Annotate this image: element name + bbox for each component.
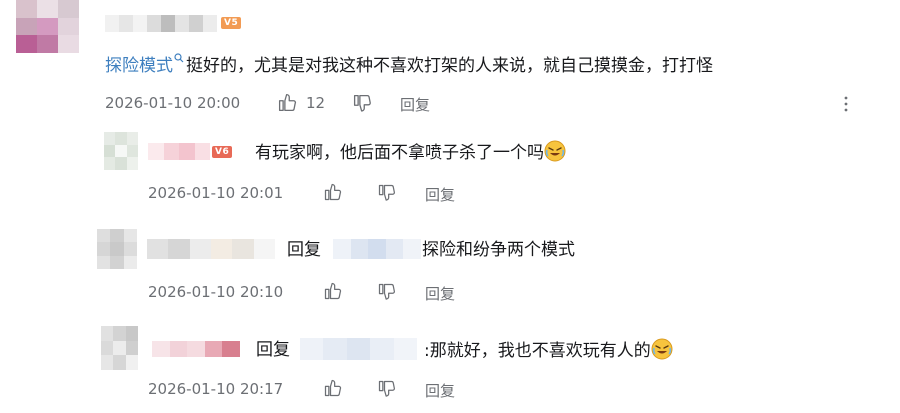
reply-content: 探险和纷争两个模式 [422, 240, 575, 260]
dislike-button[interactable] [377, 183, 397, 203]
reply-avatar[interactable] [97, 229, 137, 269]
mentioned-user-redacted[interactable] [333, 239, 421, 259]
comment-content: 探险模式 挺好的，尤其是对我这种不喜欢打架的人来说，就自己摸摸金，打打怪 [105, 53, 713, 78]
laughing-crying-emoji-icon [651, 338, 673, 360]
user-level-badge: V5 [221, 17, 242, 29]
username-redacted[interactable] [105, 15, 217, 32]
search-icon [174, 53, 184, 63]
reply-time: 2026-01-10 20:01 [148, 184, 284, 202]
mentioned-user-redacted[interactable] [300, 338, 417, 360]
dislike-button[interactable] [377, 282, 397, 302]
comment-text: 挺好的，尤其是对我这种不喜欢打架的人来说，就自己摸摸金，打打怪 [186, 56, 713, 76]
reply-time: 2026-01-10 20:17 [148, 380, 284, 398]
like-count: 12 [306, 94, 326, 112]
thumbs-down-icon [378, 184, 395, 201]
more-options-button[interactable] [843, 96, 849, 112]
reply-content: :那就好，我也不喜欢玩有人的 [424, 338, 673, 363]
dislike-button[interactable] [352, 93, 373, 114]
like-button[interactable] [323, 378, 343, 398]
thumbs-down-icon [378, 380, 395, 397]
reply-button[interactable]: 回复 [400, 94, 430, 115]
thumbs-up-icon [278, 93, 297, 112]
like-button[interactable] [323, 182, 343, 202]
thumbs-down-icon [353, 94, 371, 112]
laughing-crying-emoji-icon [544, 140, 566, 162]
reply-prefix: 回复 [256, 340, 290, 360]
reply-username-redacted[interactable] [152, 341, 240, 357]
thumbs-up-icon [324, 282, 342, 300]
user-level-badge: V6 [212, 146, 233, 158]
reply-time: 2026-01-10 20:10 [148, 283, 284, 301]
more-vertical-icon [844, 96, 848, 112]
thumbs-up-icon [324, 183, 342, 201]
reply-button[interactable]: 回复 [425, 283, 455, 304]
comment-time: 2026-01-10 20:00 [105, 94, 241, 112]
dislike-button[interactable] [377, 379, 397, 399]
thumbs-down-icon [378, 283, 395, 300]
reply-button[interactable]: 回复 [425, 380, 455, 401]
reply-content: 有玩家啊，他后面不拿喷子杀了一个吗 [255, 140, 566, 165]
reply-prefix: 回复 [287, 240, 321, 260]
thumbs-up-icon [324, 379, 342, 397]
reply-avatar[interactable] [104, 132, 138, 170]
like-button[interactable] [277, 92, 298, 113]
reply-username-redacted[interactable] [147, 239, 275, 259]
reply-avatar[interactable] [101, 326, 138, 370]
topic-link[interactable]: 探险模式 [105, 56, 173, 76]
like-button[interactable] [323, 281, 343, 301]
reply-button[interactable]: 回复 [425, 184, 455, 205]
reply-username-redacted[interactable] [148, 143, 210, 160]
avatar[interactable] [16, 0, 79, 53]
